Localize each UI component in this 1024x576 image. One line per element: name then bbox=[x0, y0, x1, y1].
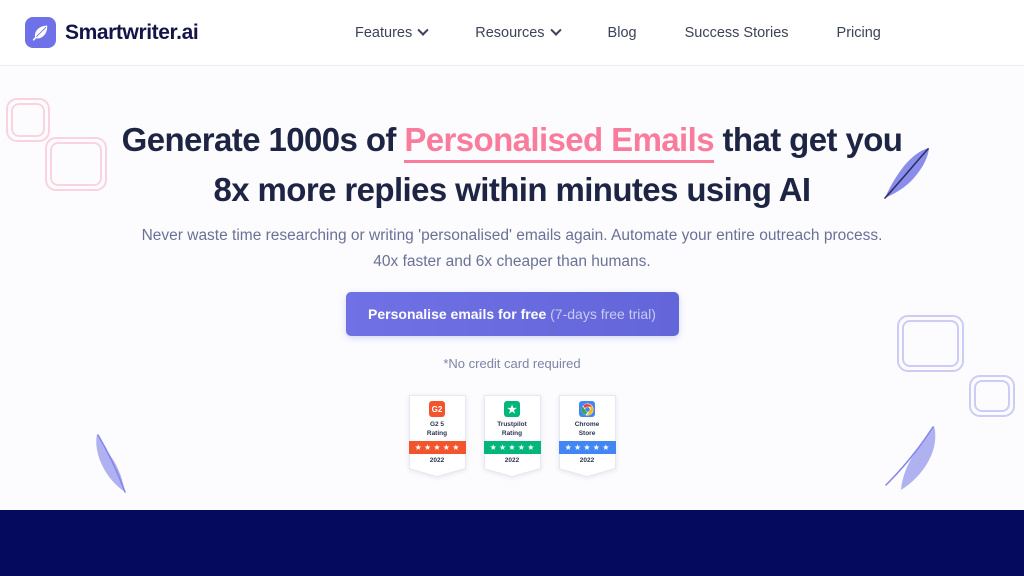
nav-label: Pricing bbox=[836, 24, 881, 41]
nav-label: Features bbox=[355, 24, 413, 41]
badge-notch bbox=[559, 468, 615, 476]
g2-icon-text: G2 bbox=[431, 404, 443, 414]
badge-g2[interactable]: G2 G2 5 Rating ★ ★ ★ ★ ★ 2022 bbox=[408, 395, 466, 477]
chevron-down-icon bbox=[417, 24, 429, 36]
badge-year: 2022 bbox=[558, 454, 616, 469]
badge-title: Trustpilot Rating bbox=[497, 421, 527, 437]
site-header: Smartwriter.ai Features Resources Blog S… bbox=[0, 0, 1024, 66]
nav-item-success-stories[interactable]: Success Stories bbox=[685, 19, 789, 47]
nav-label: Resources bbox=[475, 24, 545, 41]
cta-label: Personalise emails for free bbox=[368, 306, 547, 322]
badge-stars: ★ ★ ★ ★ ★ bbox=[483, 441, 541, 454]
nav-item-features[interactable]: Features bbox=[355, 19, 429, 47]
badge-year: 2022 bbox=[483, 454, 541, 469]
rating-badges: G2 G2 5 Rating ★ ★ ★ ★ ★ 2022 ★ Trustpil… bbox=[0, 395, 1024, 477]
hero-subheadline: Never waste time researching or writing … bbox=[141, 227, 883, 270]
main-navigation: Features Resources Blog Success Stories … bbox=[355, 19, 881, 47]
trustpilot-icon-text: ★ bbox=[507, 403, 517, 416]
brand-name: Smartwriter.ai bbox=[65, 20, 199, 44]
hero-headline: Generate 1000s of Personalised Emails th… bbox=[0, 115, 1024, 215]
nav-item-resources[interactable]: Resources bbox=[475, 19, 562, 47]
no-credit-card-note: *No credit card required bbox=[443, 356, 581, 371]
badge-stars: ★ ★ ★ ★ ★ bbox=[558, 441, 616, 454]
nav-label: Blog bbox=[607, 24, 637, 41]
brand-logo[interactable]: Smartwriter.ai bbox=[25, 17, 199, 48]
headline-text-before: Generate 1000s of bbox=[121, 121, 405, 158]
badge-notch bbox=[409, 468, 465, 476]
badge-title: G2 5 Rating bbox=[426, 421, 448, 437]
trustpilot-star-icon: ★ bbox=[504, 401, 520, 417]
hero-section: Generate 1000s of Personalised Emails th… bbox=[0, 66, 1024, 510]
feather-quill-icon bbox=[25, 17, 56, 48]
badge-chrome-store[interactable]: Chrome Store ★ ★ ★ ★ ★ 2022 bbox=[558, 395, 616, 477]
footer-band bbox=[0, 510, 1024, 576]
nav-item-pricing[interactable]: Pricing bbox=[837, 19, 881, 47]
badge-trustpilot[interactable]: ★ Trustpilot Rating ★ ★ ★ ★ ★ 2022 bbox=[483, 395, 541, 477]
nav-item-blog[interactable]: Blog bbox=[608, 19, 637, 47]
chrome-store-icon bbox=[579, 401, 595, 417]
cta-container: Personalise emails for free (7-days free… bbox=[0, 292, 1024, 336]
cta-trial-note: (7-days free trial) bbox=[550, 306, 656, 322]
badge-body: G2 G2 5 Rating bbox=[408, 395, 466, 441]
badge-body: Chrome Store bbox=[558, 395, 616, 441]
headline-highlight: Personalised Emails bbox=[404, 121, 715, 163]
badge-stars: ★ ★ ★ ★ ★ bbox=[408, 441, 466, 454]
chevron-down-icon bbox=[549, 24, 562, 36]
badge-notch bbox=[484, 468, 540, 476]
nav-label: Success Stories bbox=[684, 24, 789, 41]
badge-body: ★ Trustpilot Rating bbox=[483, 395, 541, 441]
g2-icon: G2 bbox=[429, 401, 445, 417]
badge-title: Chrome Store bbox=[574, 421, 600, 437]
personalise-emails-button[interactable]: Personalise emails for free (7-days free… bbox=[345, 292, 679, 336]
badge-year: 2022 bbox=[408, 454, 466, 469]
